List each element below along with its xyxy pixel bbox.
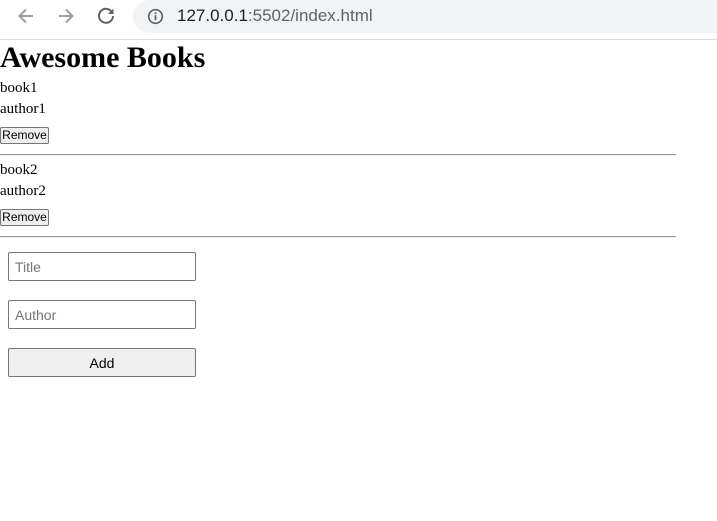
book-title: book1 [0,80,38,96]
book-title: book2 [0,162,38,178]
title-input[interactable] [8,252,196,281]
url-path: :5502/index.html [247,6,373,25]
url-host: 127.0.0.1 [177,6,248,25]
arrow-left-icon [18,8,33,24]
url-text[interactable]: 127.0.0.1:5502/index.html [177,6,373,26]
browser-toolbar: 127.0.0.1:5502/index.html [0,0,717,34]
reload-icon [98,7,114,24]
author-input[interactable] [8,300,196,329]
back-button[interactable] [13,3,39,29]
reload-button[interactable] [93,3,119,29]
add-button[interactable]: Add [8,348,196,377]
info-icon[interactable] [147,8,164,25]
book-author: author1 [0,101,46,117]
arrow-right-icon [59,8,74,24]
book-divider [0,154,676,156]
remove-button[interactable]: Remove [0,209,49,226]
book-divider [0,236,676,238]
toolbar-divider [0,39,717,40]
page-title: Awesome Books [0,41,206,74]
forward-button[interactable] [53,3,79,29]
address-bar[interactable]: 127.0.0.1:5502/index.html [133,0,717,33]
remove-button[interactable]: Remove [0,127,49,144]
book-author: author2 [0,183,46,199]
